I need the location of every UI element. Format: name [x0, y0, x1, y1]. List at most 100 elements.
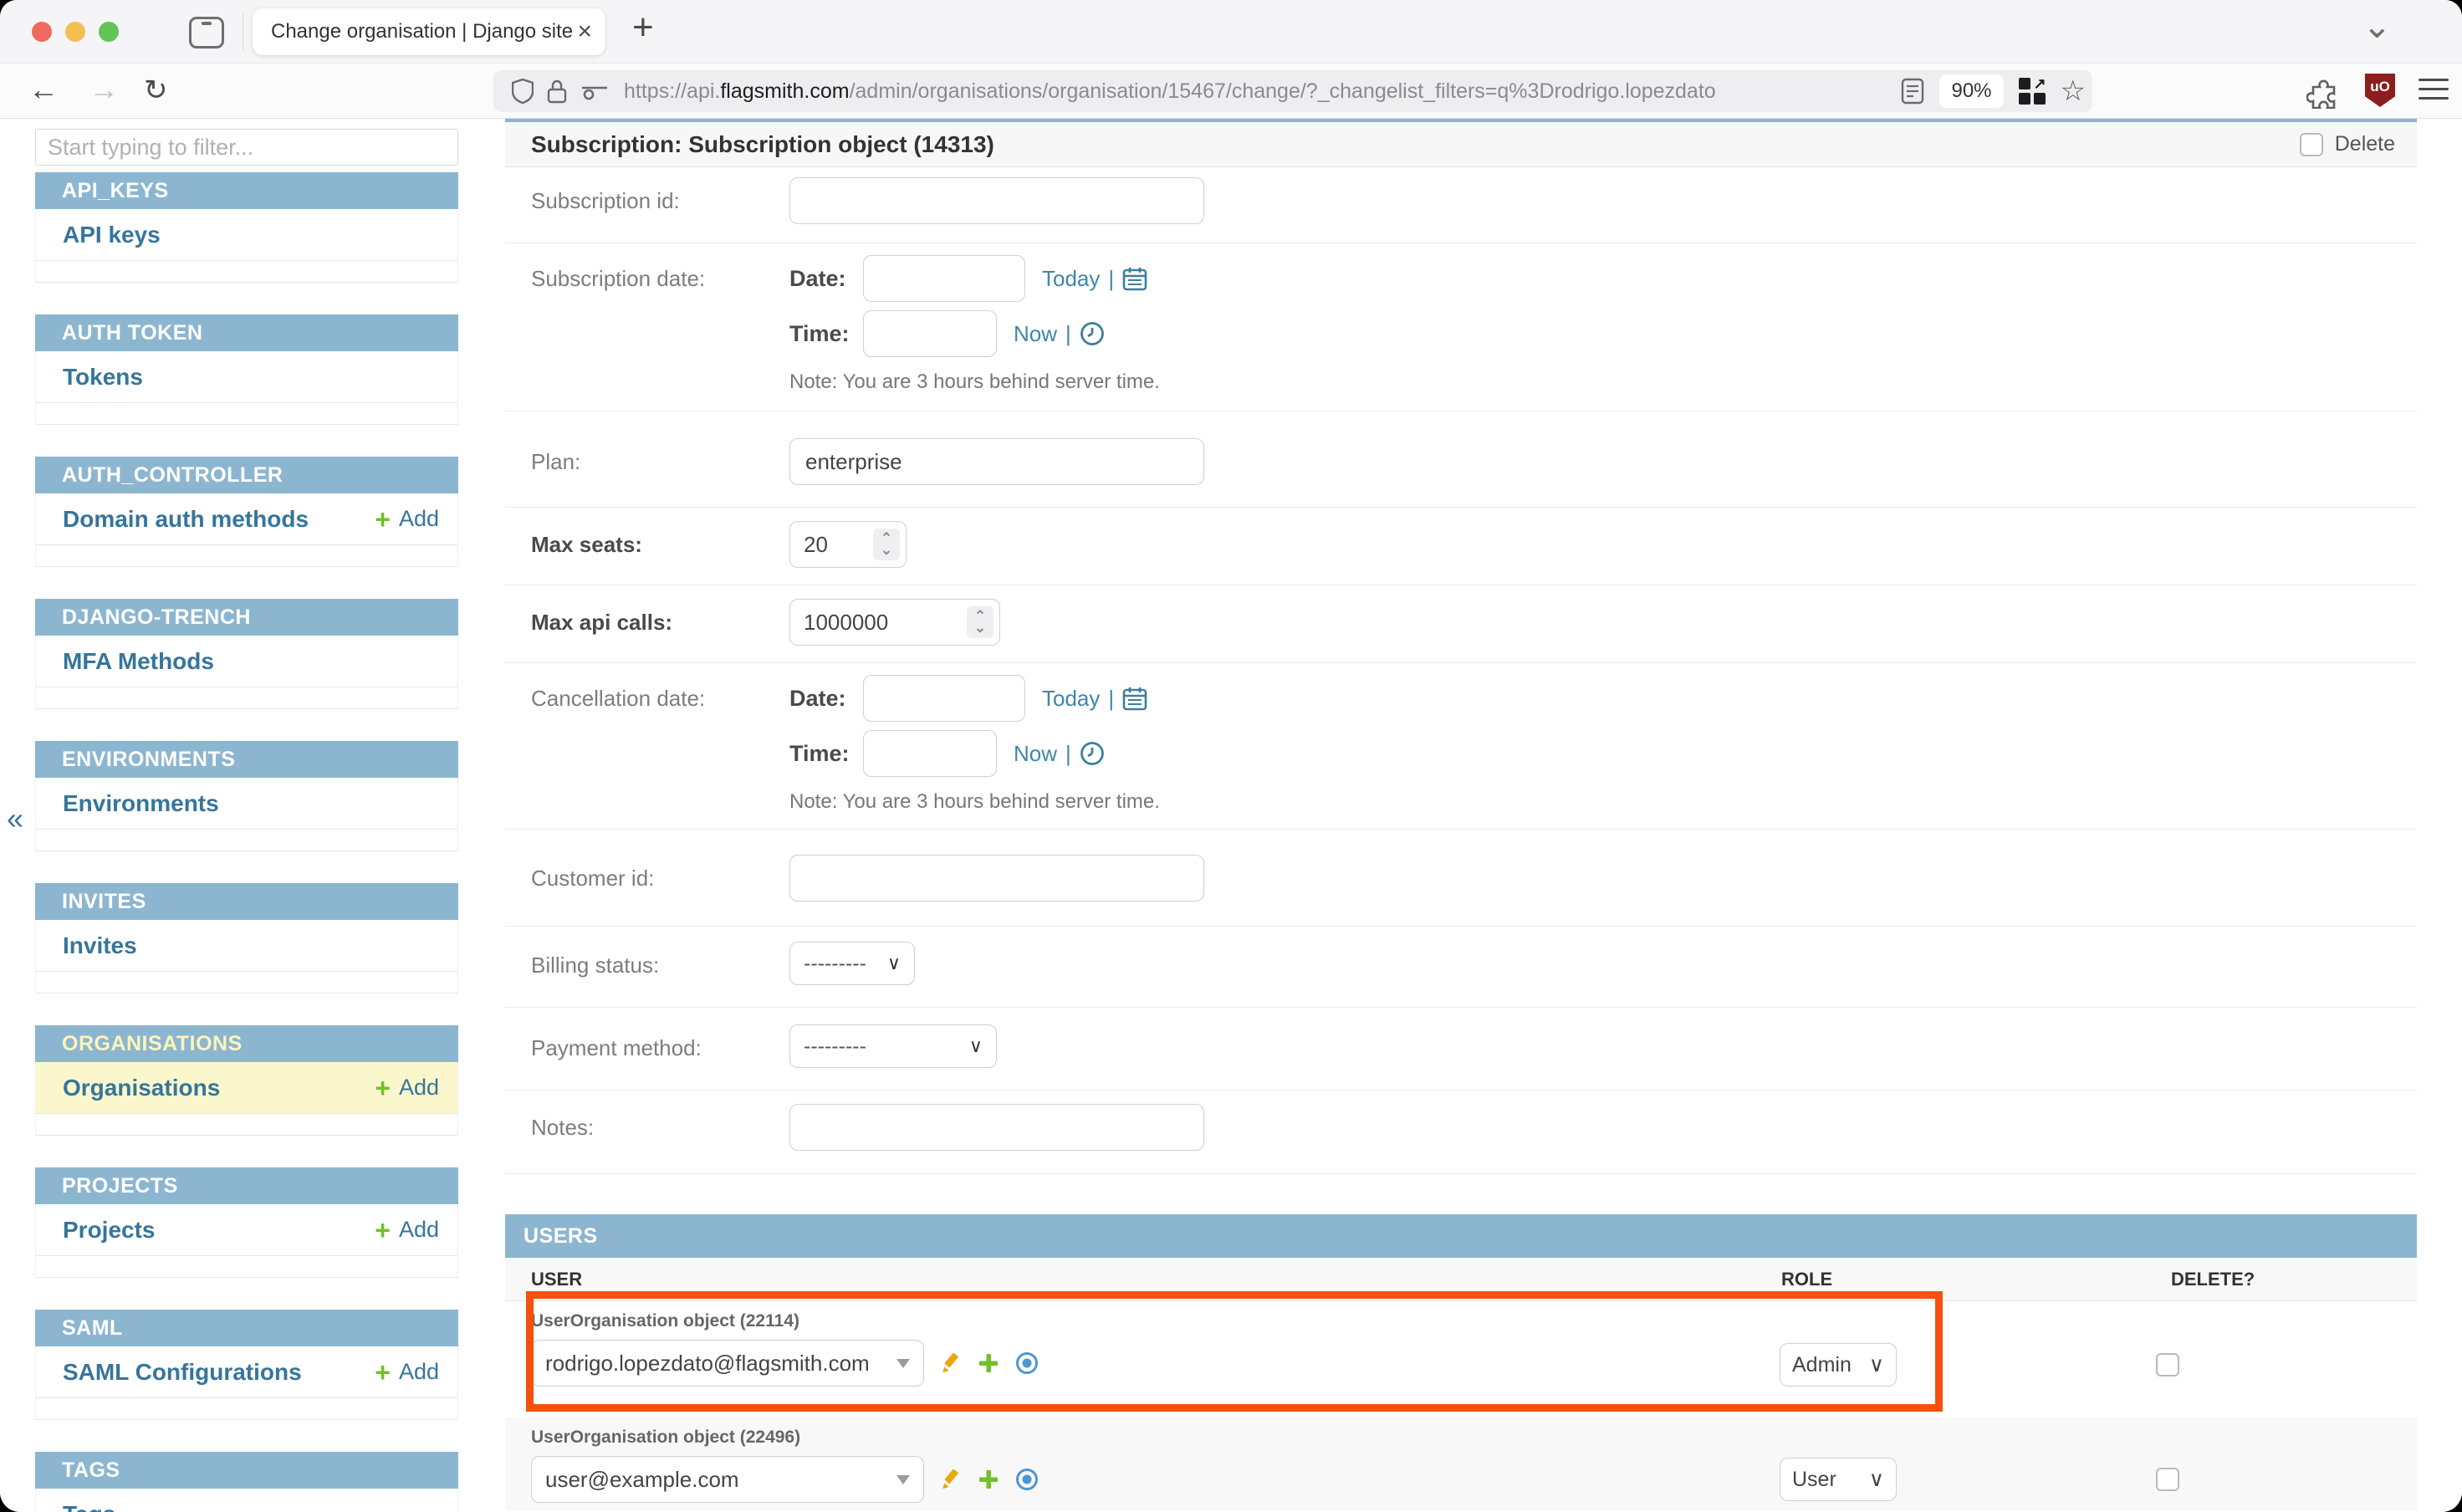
stepper-buttons[interactable]: ⌃⌄: [873, 529, 900, 560]
ublock-origin-icon[interactable]: uO: [2365, 74, 2395, 107]
forward-button[interactable]: →: [89, 72, 119, 107]
stepper-buttons[interactable]: ⌃⌄: [967, 606, 993, 638]
privacy-shield-icon[interactable]: [512, 79, 534, 104]
app-menu-icon[interactable]: [2419, 79, 2449, 100]
add-plus-icon[interactable]: [976, 1467, 1001, 1492]
role-select[interactable]: Admin ∨: [1780, 1343, 1897, 1387]
payment-method-select[interactable]: --------- ∨: [789, 1024, 997, 1068]
delete-user-checkbox[interactable]: [2156, 1468, 2179, 1491]
reader-view-icon[interactable]: [1901, 78, 1924, 105]
now-link[interactable]: Now: [1014, 741, 1057, 767]
max-api-calls-value: 1000000: [804, 610, 888, 636]
shortcuts-grid-icon[interactable]: ↗: [2019, 78, 2046, 105]
tab-overview-chevron-icon[interactable]: ⌄: [2362, 5, 2392, 46]
stepper-down-icon[interactable]: ⌄: [974, 622, 986, 634]
sidebar-item-label: Domain auth methods: [63, 506, 309, 533]
extensions-puzzle-icon[interactable]: [2306, 75, 2340, 109]
today-link[interactable]: Today: [1042, 686, 1100, 712]
section-header: ENVIRONMENTS: [35, 741, 458, 778]
add-link[interactable]: +Add: [375, 1359, 439, 1386]
form-row-notes: Notes:: [505, 1091, 2417, 1174]
new-tab-button[interactable]: +: [632, 7, 654, 49]
website-settings-icon[interactable]: [580, 82, 609, 100]
max-seats-stepper[interactable]: 20 ⌃⌄: [789, 521, 907, 568]
delete-user-checkbox[interactable]: [2156, 1353, 2179, 1377]
sidebar-item-tags[interactable]: Tags: [35, 1489, 458, 1512]
sidebar-item-saml-configurations[interactable]: SAML Configurations +Add: [35, 1346, 458, 1398]
delete-checkbox[interactable]: [2300, 133, 2323, 156]
sidebar-toggle-icon[interactable]: [189, 17, 224, 49]
sidebar-item-mfa-methods[interactable]: MFA Methods: [35, 636, 458, 687]
notes-input[interactable]: [789, 1104, 1204, 1151]
plus-icon: +: [375, 1217, 391, 1244]
calendar-icon[interactable]: [1122, 266, 1147, 291]
sidebar-item-environments[interactable]: Environments: [35, 778, 458, 830]
server-time-note: Note: You are 3 hours behind server time…: [789, 790, 1160, 814]
clock-icon[interactable]: [1080, 741, 1105, 766]
address-bar[interactable]: https://api.flagsmith.com/admin/organisa…: [493, 70, 2092, 112]
cancellation-time-input[interactable]: [863, 730, 997, 777]
section-spacer: [35, 1256, 458, 1278]
back-button[interactable]: ←: [28, 72, 59, 107]
bookmark-star-icon[interactable]: ☆: [2061, 77, 2086, 105]
page-zoom-badge[interactable]: 90%: [1939, 74, 2003, 108]
today-link[interactable]: Today: [1042, 266, 1100, 292]
field-label: Plan:: [531, 438, 789, 485]
edit-pencil-icon[interactable]: [937, 1351, 963, 1376]
subscription-date-input[interactable]: [863, 255, 1025, 302]
calendar-icon[interactable]: [1122, 686, 1147, 711]
time-line: Time: Now |: [789, 730, 1160, 777]
time-line: Time: Now |: [789, 310, 1160, 357]
reload-button[interactable]: ↻: [144, 74, 168, 107]
sidebar-filter-input[interactable]: [35, 129, 458, 166]
section-spacer: [35, 1398, 458, 1420]
sidebar-section-django-trench: DJANGO-TRENCH MFA Methods: [35, 599, 458, 709]
form-row-payment-method: Payment method: --------- ∨: [505, 1008, 2417, 1091]
close-tab-icon[interactable]: ×: [577, 19, 592, 44]
close-window-button[interactable]: [32, 22, 52, 42]
field-label: Billing status:: [531, 942, 789, 988]
add-link[interactable]: +Add: [375, 506, 439, 533]
date-label: Date:: [789, 686, 863, 712]
customer-id-input[interactable]: [789, 855, 1204, 902]
form-row-plan: Plan:: [505, 411, 2417, 508]
add-link[interactable]: +Add: [375, 1217, 439, 1244]
minimize-window-button[interactable]: [65, 22, 85, 42]
add-link[interactable]: +Add: [375, 1075, 439, 1101]
add-plus-icon[interactable]: [976, 1351, 1001, 1376]
date-label: Date:: [789, 266, 863, 292]
subscription-module-header: Subscription: Subscription object (14313…: [505, 122, 2417, 167]
user-email-select[interactable]: user@example.com: [531, 1456, 924, 1503]
subscription-id-input[interactable]: [789, 177, 1204, 224]
role-select[interactable]: User ∨: [1780, 1458, 1897, 1501]
clock-icon[interactable]: [1080, 321, 1105, 346]
sidebar-item-invites[interactable]: Invites: [35, 920, 458, 972]
selected-user-email: rodrigo.lopezdato@flagsmith.com: [545, 1351, 890, 1377]
max-api-calls-stepper[interactable]: 1000000 ⌃⌄: [789, 599, 1000, 646]
view-eye-icon[interactable]: [1014, 1351, 1039, 1376]
sidebar-item-api-keys[interactable]: API keys: [35, 209, 458, 261]
delete-label: Delete: [2335, 132, 2395, 156]
cancellation-date-input[interactable]: [863, 675, 1025, 722]
sidebar-collapse-button[interactable]: «: [7, 801, 23, 836]
sidebar-item-label: Tags: [63, 1501, 115, 1512]
sidebar-item-tokens[interactable]: Tokens: [35, 351, 458, 403]
now-link[interactable]: Now: [1014, 321, 1057, 347]
page-content: « API_KEYS API keys AUTH TOKEN Tokens AU…: [0, 119, 2462, 1512]
sidebar-item-domain-auth-methods[interactable]: Domain auth methods +Add: [35, 493, 458, 545]
subscription-time-input[interactable]: [863, 310, 997, 357]
stepper-down-icon[interactable]: ⌄: [881, 544, 892, 556]
field-label: Max seats:: [531, 521, 789, 568]
active-tab[interactable]: Change organisation | Django site ad ×: [253, 8, 605, 55]
user-email-select[interactable]: rodrigo.lopezdato@flagsmith.com: [531, 1340, 924, 1387]
view-eye-icon[interactable]: [1014, 1467, 1039, 1492]
section-header: AUTH_CONTROLLER: [35, 457, 458, 493]
plan-input[interactable]: [789, 438, 1204, 485]
sidebar-item-projects[interactable]: Projects +Add: [35, 1204, 458, 1256]
ublock-label: uO: [2370, 79, 2390, 107]
billing-status-select[interactable]: --------- ∨: [789, 942, 915, 985]
edit-pencil-icon[interactable]: [937, 1467, 963, 1492]
sidebar-item-organisations[interactable]: Organisations +Add: [35, 1062, 458, 1114]
zoom-window-button[interactable]: [99, 22, 119, 42]
grid-arrow: ↗: [2034, 78, 2046, 89]
